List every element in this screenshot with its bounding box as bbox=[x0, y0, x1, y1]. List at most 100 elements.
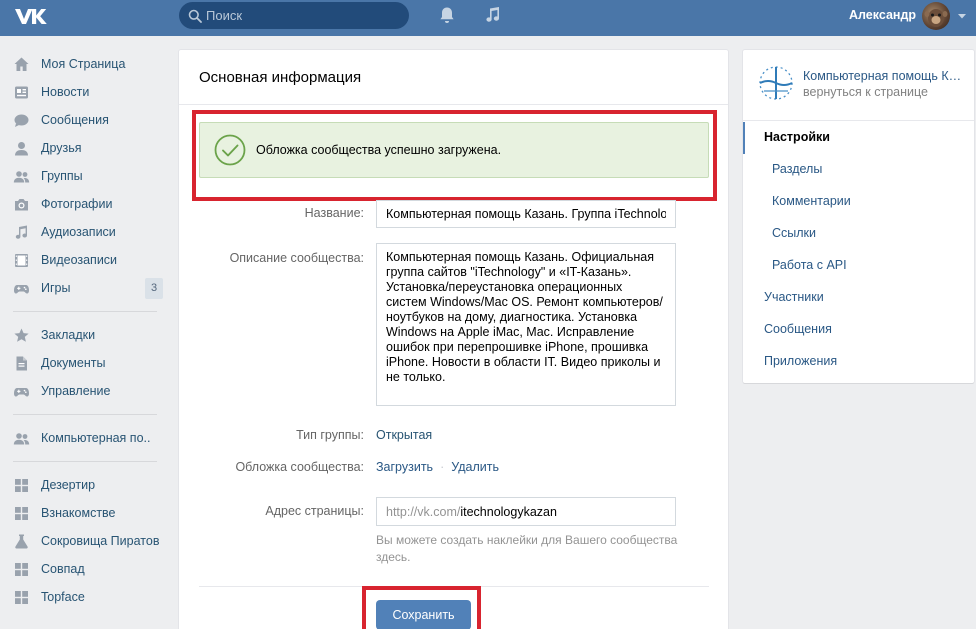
community-name-input[interactable] bbox=[376, 200, 676, 228]
sidebar-item-label: Моя Страница bbox=[41, 57, 126, 71]
menu-item-sections[interactable]: Разделы bbox=[743, 154, 974, 186]
menu-item-api[interactable]: Работа с API bbox=[743, 250, 974, 282]
search-icon bbox=[188, 9, 202, 23]
sidebar-item-label: Друзья bbox=[41, 141, 82, 155]
cover-upload-link[interactable]: Загрузить bbox=[376, 460, 433, 474]
menu-item-label: Сообщения bbox=[764, 322, 832, 336]
community-header[interactable]: Компьютерная помощь Казань вернуться к с… bbox=[743, 50, 974, 110]
sidebar-item-label: Сокровища Пиратов bbox=[41, 534, 160, 548]
community-name[interactable]: Компьютерная помощь Казань bbox=[803, 69, 963, 83]
sidebar-item-groups[interactable]: Группы bbox=[0, 164, 170, 190]
search-box[interactable] bbox=[179, 2, 409, 29]
menu-divider bbox=[743, 120, 974, 121]
menu-item-links[interactable]: Ссылки bbox=[743, 218, 974, 250]
sidebar-item-app-topface[interactable]: Topface bbox=[0, 585, 170, 611]
community-logo-icon bbox=[759, 66, 793, 100]
menu-item-settings[interactable]: Настройки bbox=[743, 122, 974, 154]
sidebar-item-app-pirate-treasures[interactable]: Сокровища Пиратов bbox=[0, 529, 170, 555]
sidebar-item-label: Взнакомстве bbox=[41, 506, 116, 520]
sidebar-item-label: Дезертир bbox=[41, 478, 96, 492]
back-to-page-link[interactable]: вернуться к странице bbox=[803, 85, 928, 99]
sidebar-divider bbox=[13, 461, 157, 462]
music-note-icon bbox=[15, 225, 28, 239]
sidebar-item-photos[interactable]: Фотографии bbox=[0, 192, 170, 218]
sidebar-item-label: Видеозаписи bbox=[41, 253, 118, 267]
menu-item-label: Работа с API bbox=[772, 258, 847, 272]
film-icon bbox=[15, 254, 28, 267]
menu-item-apps[interactable]: Приложения bbox=[743, 346, 974, 378]
app-grid-icon bbox=[15, 591, 28, 604]
settings-main-panel: Основная информация Обложка сообщества у… bbox=[179, 50, 728, 629]
sidebar-item-video[interactable]: Видеозаписи bbox=[0, 248, 170, 274]
user-icon bbox=[15, 142, 28, 156]
sidebar-item-label: Компьютерная по.. bbox=[41, 431, 151, 445]
sidebar-divider bbox=[13, 311, 157, 312]
menu-item-label: Участники bbox=[764, 290, 824, 304]
address-label: Адрес страницы: bbox=[265, 504, 364, 518]
sidebar-item-label: Новости bbox=[41, 85, 90, 99]
users-group-icon bbox=[13, 433, 30, 445]
menu-item-label: Настройки bbox=[764, 130, 830, 144]
sidebar-item-computer-help-group[interactable]: Компьютерная по.. bbox=[0, 426, 170, 452]
highlight-frame-save bbox=[362, 586, 481, 629]
sidebar-item-label: Игры bbox=[41, 281, 71, 295]
sidebar-item-app-dezertir[interactable]: Дезертир bbox=[0, 473, 170, 499]
address-hint: Вы можете создать наклейки для Вашего со… bbox=[376, 533, 678, 564]
menu-item-label: Комментарии bbox=[772, 194, 851, 208]
menu-item-label: Разделы bbox=[772, 162, 823, 176]
sidebar-item-label: Документы bbox=[41, 356, 106, 370]
avatar-image-icon bbox=[924, 9, 948, 27]
sidebar-item-label: Аудиозаписи bbox=[41, 225, 116, 239]
sidebar-item-label: Закладки bbox=[41, 328, 96, 342]
camera-icon bbox=[15, 199, 28, 211]
cover-delete-link[interactable]: Удалить bbox=[451, 460, 499, 474]
bell-icon[interactable] bbox=[437, 5, 457, 25]
app-grid-icon bbox=[15, 563, 28, 576]
page-address-input[interactable]: http://vk.com/itechnologykazan bbox=[376, 497, 676, 526]
flask-icon bbox=[15, 534, 28, 549]
sidebar-item-label: Topface bbox=[41, 590, 85, 604]
sidebar-item-management[interactable]: Управление bbox=[0, 379, 170, 405]
star-icon bbox=[14, 328, 29, 342]
document-icon bbox=[16, 356, 27, 371]
music-icon[interactable] bbox=[483, 5, 503, 25]
sidebar-item-audio[interactable]: Аудиозаписи bbox=[0, 220, 170, 246]
group-type-value[interactable]: Открытая bbox=[376, 428, 432, 442]
menu-item-messages[interactable]: Сообщения bbox=[743, 314, 974, 346]
vk-logo-icon[interactable] bbox=[13, 5, 47, 29]
app-grid-icon bbox=[15, 479, 28, 492]
menu-item-members[interactable]: Участники bbox=[743, 282, 974, 314]
sidebar-divider bbox=[13, 414, 157, 415]
home-icon bbox=[14, 57, 29, 71]
title-divider bbox=[179, 104, 728, 105]
separator-dot: · bbox=[440, 460, 445, 474]
games-count-badge: 3 bbox=[145, 278, 163, 299]
sidebar-item-games[interactable]: Игры 3 bbox=[0, 276, 170, 302]
gamepad-icon bbox=[14, 285, 29, 294]
sidebar-item-label: Группы bbox=[41, 169, 83, 183]
sidebar-item-label: Фотографии bbox=[41, 197, 113, 211]
user-avatar[interactable] bbox=[922, 2, 950, 30]
search-input[interactable] bbox=[206, 2, 401, 29]
sidebar-item-app-sovpad[interactable]: Совпад bbox=[0, 557, 170, 583]
chevron-down-icon[interactable] bbox=[958, 14, 966, 19]
sidebar-item-messages[interactable]: Сообщения bbox=[0, 108, 170, 134]
sidebar-item-documents[interactable]: Документы bbox=[0, 351, 170, 377]
sidebar-item-my-page[interactable]: Моя Страница bbox=[0, 52, 170, 78]
cover-label: Обложка сообщества: bbox=[235, 460, 364, 474]
page-title: Основная информация bbox=[199, 69, 362, 86]
group-type-label: Тип группы: bbox=[296, 428, 364, 442]
sidebar-item-label: Сообщения bbox=[41, 113, 109, 127]
chat-bubble-icon bbox=[14, 114, 29, 127]
sidebar-item-friends[interactable]: Друзья bbox=[0, 136, 170, 162]
menu-item-comments[interactable]: Комментарии bbox=[743, 186, 974, 218]
menu-item-label: Ссылки bbox=[772, 226, 817, 240]
gamepad-icon bbox=[14, 388, 29, 397]
users-group-icon bbox=[13, 171, 30, 183]
menu-item-label: Приложения bbox=[764, 354, 838, 368]
sidebar-item-news[interactable]: Новости bbox=[0, 80, 170, 106]
sidebar-item-bookmarks[interactable]: Закладки bbox=[0, 323, 170, 349]
sidebar-item-app-vznakomstve[interactable]: Взнакомстве bbox=[0, 501, 170, 527]
user-name[interactable]: Александр bbox=[849, 8, 916, 22]
community-description-textarea[interactable]: Компьютерная помощь Казань. Официальная … bbox=[376, 243, 676, 406]
